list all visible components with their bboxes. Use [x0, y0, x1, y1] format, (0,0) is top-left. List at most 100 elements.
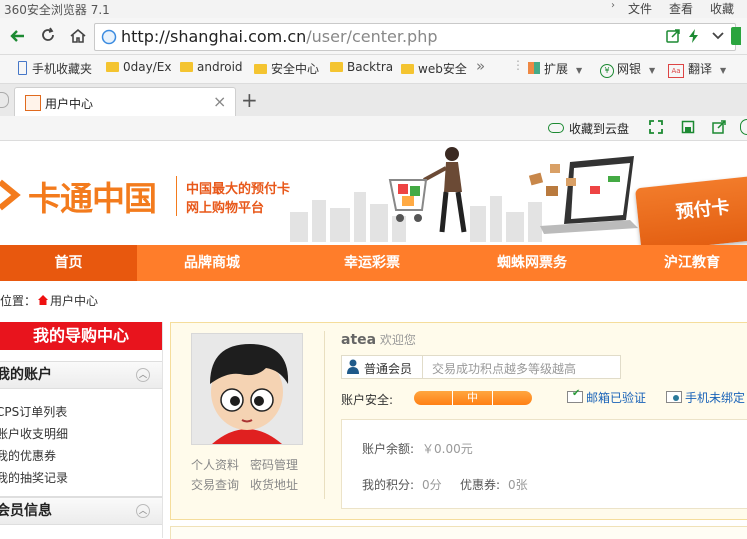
site-header-banner: 卡通中国 中国最大的预付卡 网上购物平台 预付卡	[0, 142, 747, 253]
security-bar-segment	[452, 391, 453, 405]
extensions-label: 扩展	[544, 62, 569, 76]
security-level-bar: 中	[414, 391, 532, 405]
globe-icon	[101, 29, 117, 45]
sidebar-link-coupons[interactable]: 我的优惠券	[0, 447, 56, 464]
address-bar: http://shanghai.com.cn/user/center.php	[0, 18, 747, 55]
link-order-query[interactable]: 交易查询	[191, 476, 239, 493]
bookmark-backtrack[interactable]: Backtra	[330, 60, 393, 74]
lightning-icon[interactable]	[687, 28, 701, 44]
save-page-icon[interactable]	[681, 120, 695, 134]
folder-icon	[254, 64, 267, 74]
link-shipping-address[interactable]: 收货地址	[250, 476, 298, 493]
slogan-line1: 中国最大的预付卡	[186, 182, 291, 197]
share-icon[interactable]	[665, 28, 681, 44]
folder-icon	[180, 62, 193, 72]
prepaid-card-text: 预付卡	[674, 196, 731, 224]
section-my-account[interactable]: 我的账户 ︿	[0, 361, 162, 389]
profile-panel: 个人资料 密码管理 交易查询 收货地址 atea 欢迎您 普通会员 交易成功积点…	[170, 322, 747, 520]
tab-scroll-left[interactable]	[0, 92, 9, 108]
avatar[interactable]	[191, 333, 303, 445]
main-navigation: 首页 品牌商城 幸运彩票 蜘蛛网票务 沪江教育	[0, 245, 747, 281]
collapse-icon[interactable]: ︿	[136, 368, 150, 382]
url-path: /user/center.php	[306, 27, 438, 46]
menu-view[interactable]: 查看	[669, 0, 693, 17]
new-tab-button[interactable]: +	[241, 88, 258, 112]
prepaid-card-graphic: 预付卡	[634, 175, 747, 253]
folder-icon	[330, 62, 343, 72]
bookmark-mobile[interactable]: 手机收藏夹	[18, 60, 92, 77]
bookmark-label: android	[197, 60, 243, 74]
level-hint: 交易成功积点越多等级越高	[432, 362, 577, 376]
menu-favorites[interactable]: 收藏	[710, 0, 734, 17]
sidebar-link-lottery-records[interactable]: 我的抽奖记录	[0, 469, 68, 486]
bookmark-0day[interactable]: 0day/Ex	[106, 60, 171, 74]
bookmarks-bar: 手机收藏夹 0day/Ex android 安全中心 Backtra web安全…	[0, 55, 747, 84]
link-personal-info[interactable]: 个人资料	[191, 456, 239, 473]
refresh-button[interactable]	[38, 26, 58, 46]
bookmark-web-security[interactable]: web安全	[401, 60, 467, 77]
slogan-line2: 网上购物平台	[186, 201, 265, 216]
balance-label: 账户余额:	[362, 442, 415, 456]
extensions-button[interactable]: 扩展 ▼	[528, 60, 582, 77]
sidebar-link-cps-orders[interactable]: CPS订单列表	[0, 403, 67, 420]
phone-status[interactable]: 手机未绑定	[666, 389, 745, 406]
back-button[interactable]	[8, 26, 28, 46]
phone-icon	[18, 61, 27, 75]
green-status-icon[interactable]	[731, 27, 741, 45]
profile-divider	[324, 331, 325, 499]
sidebar-header: 我的导购中心	[0, 322, 162, 350]
bookmark-security-center[interactable]: 安全中心	[254, 60, 319, 77]
link-password-manage[interactable]: 密码管理	[250, 456, 298, 473]
member-icon	[347, 359, 359, 374]
nav-lottery[interactable]: 幸运彩票	[302, 245, 442, 281]
nav-education[interactable]: 沪江教育	[622, 245, 747, 281]
online-banking-button[interactable]: ¥ 网银 ▼	[600, 60, 655, 78]
grid-icon	[528, 62, 540, 74]
more-tools-icon[interactable]	[740, 119, 747, 135]
bank-icon: ¥	[600, 64, 614, 78]
username: atea	[341, 332, 377, 348]
bookmark-label: 手机收藏夹	[32, 62, 93, 76]
home-button[interactable]	[68, 26, 88, 46]
home-icon[interactable]	[38, 295, 49, 305]
nav-home[interactable]: 首页	[0, 245, 137, 281]
welcome-line: atea 欢迎您	[341, 331, 416, 348]
tab-user-center[interactable]: 用户中心 ×	[14, 87, 236, 117]
url-text[interactable]: http://shanghai.com.cn/user/center.php	[121, 27, 438, 46]
nav-tickets[interactable]: 蜘蛛网票务	[462, 245, 602, 281]
cloud-favorite-button[interactable]: 收藏到云盘	[548, 120, 629, 137]
browser-title-bar: 360安全浏览器 7.1 › 文件 查看 收藏	[0, 0, 747, 18]
share-page-icon[interactable]	[712, 120, 726, 134]
fullscreen-icon[interactable]	[649, 120, 663, 134]
next-panel-edge	[170, 526, 747, 539]
bookmark-android[interactable]: android	[180, 60, 243, 74]
menu-file[interactable]: 文件	[628, 0, 652, 17]
more-bookmarks-button[interactable]: »	[476, 57, 485, 75]
level-box-separator	[422, 356, 423, 378]
member-level: 普通会员	[364, 362, 413, 376]
logo-divider	[176, 176, 177, 216]
section-member-info[interactable]: 会员信息 ︿	[0, 497, 162, 525]
balance-box: 账户余额: ￥0.00元 我的积分: 0分 优惠券: 0张	[341, 419, 747, 509]
email-status-text: 邮箱已验证	[586, 391, 647, 405]
url-host: http://shanghai.com.cn	[121, 27, 307, 46]
phone-status-text: 手机未绑定	[685, 391, 746, 405]
menu-arrow-icon[interactable]: ›	[611, 0, 615, 11]
chevron-down-icon[interactable]	[711, 30, 725, 42]
points-value: 0分	[422, 478, 442, 492]
section-title: 我的账户	[0, 367, 52, 383]
section-title: 会员信息	[0, 503, 52, 519]
refresh-icon	[42, 27, 54, 41]
nav-brand-mall[interactable]: 品牌商城	[142, 245, 282, 281]
translate-button[interactable]: Aa 翻译 ▼	[668, 60, 726, 78]
laptop-illustration	[528, 156, 638, 234]
email-status[interactable]: ✔ 邮箱已验证	[567, 388, 647, 406]
sidebar: 我的导购中心 我的账户 ︿ CPS订单列表 账户收支明细 我的优惠券 我的抽奖记…	[0, 322, 163, 538]
tab-close-icon[interactable]: ×	[213, 92, 226, 111]
url-field[interactable]: http://shanghai.com.cn/user/center.php	[94, 23, 741, 51]
logo-chevron-icon	[0, 179, 21, 211]
collapse-icon[interactable]: ︿	[136, 504, 150, 518]
breadcrumb-prefix: 位置：	[0, 294, 37, 308]
cloud-icon	[548, 123, 564, 133]
sidebar-link-account-statement[interactable]: 账户收支明细	[0, 425, 68, 442]
